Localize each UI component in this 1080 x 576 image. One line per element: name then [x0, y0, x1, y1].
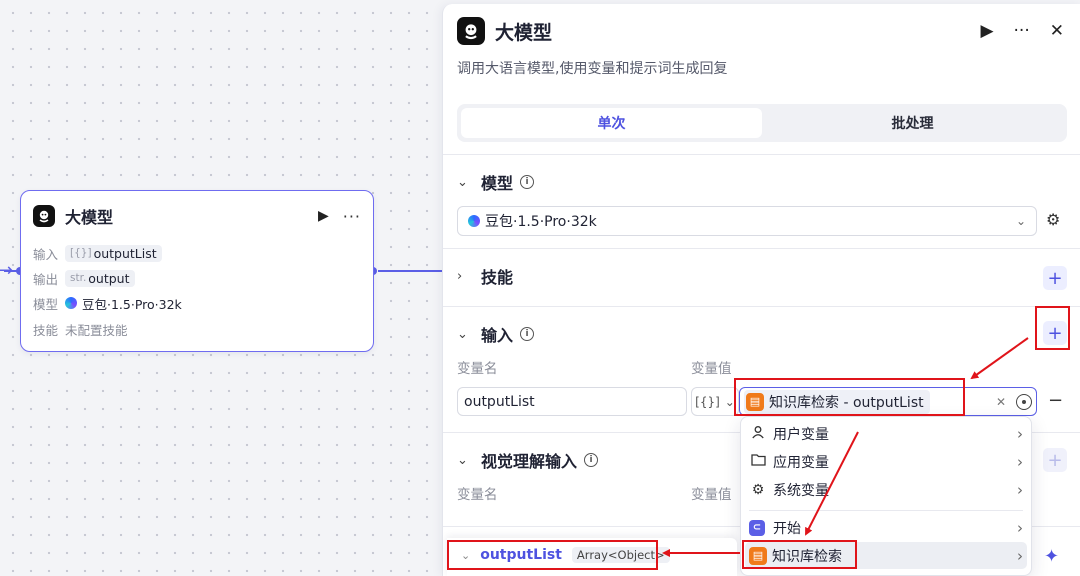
- annotation-arrow: [970, 337, 1029, 380]
- annotation-arrows: [662, 337, 1029, 557]
- annotation-arrow: [805, 431, 859, 536]
